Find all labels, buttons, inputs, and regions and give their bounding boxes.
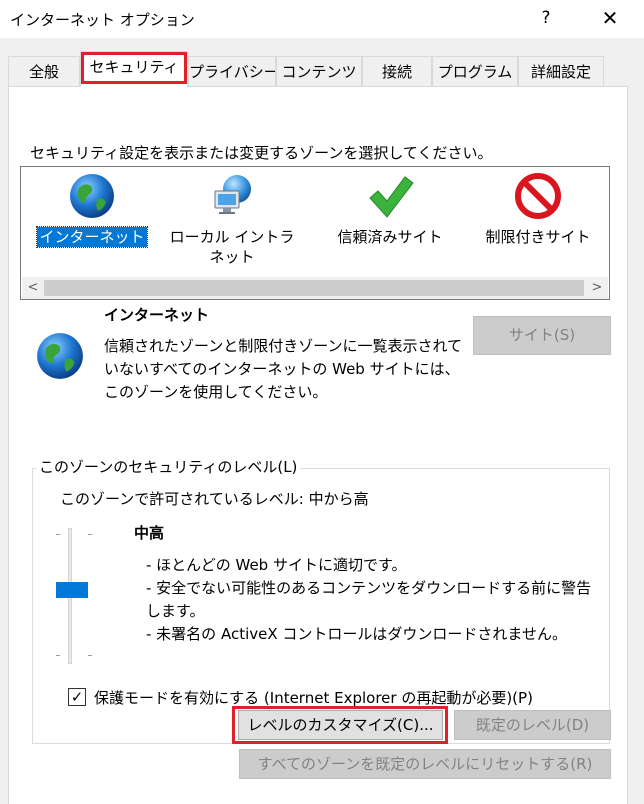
customize-button-highlight [232, 706, 448, 744]
tab-advanced[interactable]: 詳細設定 [518, 56, 604, 86]
tab-programs[interactable]: プログラム [432, 56, 518, 86]
default-level-button[interactable]: 既定のレベル(D) [454, 710, 611, 740]
protected-mode-label[interactable]: 保護モードを有効にする (Internet Explorer の再起動が必要)(… [94, 687, 533, 708]
zone-restricted-sites[interactable]: 制限付きサイト [473, 169, 603, 247]
title-bar: インターネット オプション ? ✕ [0, 0, 644, 38]
zone-prompt: セキュリティ設定を表示または変更するゾーンを選択してください。 [30, 144, 493, 162]
tab-connections[interactable]: 接続 [362, 56, 432, 86]
window-title: インターネット オプション [10, 11, 195, 29]
zone-label: 信頼済みサイト [337, 228, 443, 246]
level-line: - ほとんどの Web サイトに適切です。 [146, 556, 407, 574]
zone-label: インターネット [36, 226, 148, 248]
globe-icon [67, 171, 117, 221]
zone-local-intranet[interactable]: ローカル イントラネット [167, 169, 297, 267]
allowed-level-text: このゾーンで許可されているレベル: 中から高 [60, 490, 369, 508]
level-description: - ほとんどの Web サイトに適切です。 - 安全でない可能性のあるコンテンツ… [146, 554, 606, 646]
zone-list: インターネット ローカル イントラネット 信頼済みサイト 制限付きサイト < > [20, 166, 610, 300]
zone-label: 制限付きサイト [485, 228, 591, 246]
slider-tick [88, 534, 92, 535]
scrollbar-thumb[interactable] [44, 280, 584, 296]
slider-tick [88, 655, 92, 656]
tab-privacy[interactable]: プライバシー [188, 56, 276, 86]
zone-label: ローカル イントラネット [169, 228, 295, 266]
level-name: 中高 [134, 524, 165, 542]
scroll-right-icon[interactable]: > [588, 279, 606, 297]
selected-zone-description: 信頼されたゾーンと制限付きゾーンに一覧表示されていないすべてのインターネットの … [104, 337, 463, 401]
slider-tick [56, 655, 60, 656]
zone-scrollbar[interactable]: < > [22, 277, 608, 299]
help-button[interactable]: ? [530, 2, 562, 34]
security-tab-highlight [81, 52, 187, 84]
selected-zone-title: インターネット [104, 306, 210, 324]
globe-icon [34, 330, 86, 382]
tab-general[interactable]: 全般 [8, 56, 80, 86]
sites-button[interactable]: サイト(S) [473, 316, 611, 355]
slider-thumb[interactable] [56, 582, 88, 598]
close-button[interactable]: ✕ [594, 2, 626, 34]
checkmark-icon [365, 171, 415, 221]
level-line: - 安全でない可能性のあるコンテンツをダウンロードする前に警告します。 [146, 579, 592, 620]
level-line: - 未署名の ActiveX コントロールはダウンロードされません。 [146, 625, 567, 643]
slider-tick [56, 534, 60, 535]
reset-all-zones-button[interactable]: すべてのゾーンを既定のレベルにリセットする(R) [239, 749, 611, 779]
zone-internet[interactable]: インターネット [27, 169, 157, 248]
security-level-title: このゾーンのセキュリティのレベル(L) [36, 456, 301, 477]
intranet-icon [207, 171, 257, 221]
scroll-left-icon[interactable]: < [24, 279, 42, 297]
tab-content[interactable]: コンテンツ [276, 56, 362, 86]
zone-trusted-sites[interactable]: 信頼済みサイト [325, 169, 455, 247]
prohibited-icon [513, 171, 563, 221]
protected-mode-checkbox[interactable]: ✓ [68, 688, 86, 706]
